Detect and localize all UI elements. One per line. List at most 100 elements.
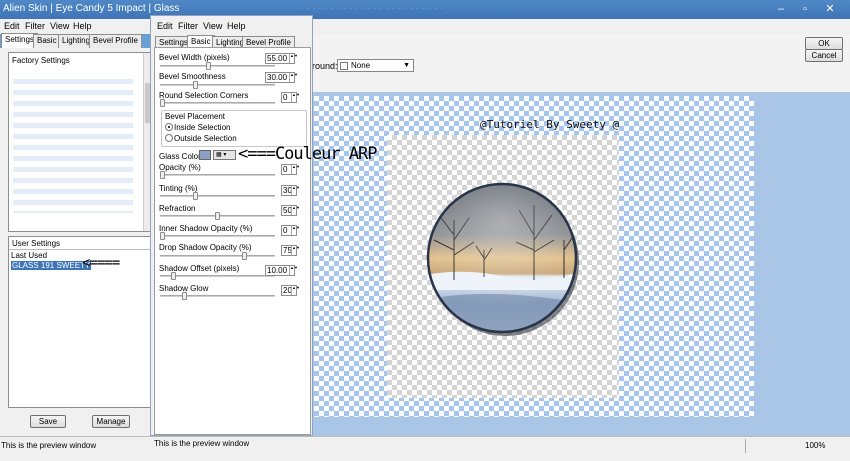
slider-knob[interactable] <box>160 99 165 107</box>
opacity-label: Opacity (%) <box>159 163 201 172</box>
opacity-slider[interactable] <box>160 171 275 179</box>
drop-shadow-label: Drop Shadow Opacity (%) <box>159 243 252 252</box>
round-corners-slider[interactable] <box>160 99 275 107</box>
inner-shadow-field[interactable]: 0 ▲▼ <box>281 225 300 236</box>
minimize-icon[interactable]: – <box>774 2 788 16</box>
front-menu-bar: Edit Filter View Help <box>150 19 313 34</box>
bevel-smoothness-field[interactable]: 30.00 ▲▼ <box>265 72 298 83</box>
slider-knob[interactable] <box>160 171 165 179</box>
cancel-button[interactable]: Cancel <box>805 49 843 62</box>
slider-knob[interactable] <box>215 212 220 220</box>
spinner-icon[interactable]: ▲▼ <box>289 54 298 63</box>
bevel-smoothness-label: Bevel Smoothness <box>159 72 226 81</box>
bevel-smoothness-value: 30.00 <box>267 73 288 82</box>
refraction-field[interactable]: 50 ▲▼ <box>281 205 300 216</box>
outside-selection-label[interactable]: Outside Selection <box>174 134 237 143</box>
menu-bar: Edit Filter View Help <box>0 19 850 34</box>
menu-filter[interactable]: Filter <box>25 21 45 31</box>
spinner-icon[interactable]: ▲▼ <box>289 73 298 82</box>
spinner-icon[interactable]: ▲▼ <box>291 246 300 255</box>
bevel-width-field[interactable]: 55.00 ▲▼ <box>265 53 298 64</box>
spinner-icon[interactable]: ▲▼ <box>291 286 300 295</box>
front-menu-help[interactable]: Help <box>227 21 246 31</box>
glass-color-swatch[interactable] <box>199 150 211 160</box>
background-value: None <box>351 61 371 70</box>
slider-knob[interactable] <box>171 272 176 280</box>
shadow-offset-value: 10.00 <box>267 266 288 275</box>
refraction-label: Refraction <box>159 204 196 213</box>
slider-knob[interactable] <box>193 192 198 200</box>
round-corners-label: Round Selection Corners <box>159 91 249 100</box>
bevel-placement-label: Bevel Placement <box>165 112 226 121</box>
menu-help[interactable]: Help <box>73 21 92 31</box>
tinting-field[interactable]: 30 ▲▼ <box>281 185 300 196</box>
maximize-icon[interactable]: ▫ <box>798 2 812 16</box>
bevel-width-slider[interactable] <box>160 62 275 70</box>
front-menu-filter[interactable]: Filter <box>178 21 198 31</box>
menu-view[interactable]: View <box>50 21 69 31</box>
spinner-icon[interactable]: ▲▼ <box>291 186 300 195</box>
round-corners-value: 0 <box>283 93 288 102</box>
background-swatch <box>340 62 348 70</box>
round-corners-field[interactable]: 0 ▲▼ <box>281 92 300 103</box>
drop-shadow-slider[interactable] <box>160 252 275 260</box>
bevel-width-label: Bevel Width (pixels) <box>159 53 230 62</box>
front-menu-view[interactable]: View <box>203 21 222 31</box>
factory-settings-list[interactable]: Factory Settings <box>8 52 153 232</box>
menu-edit[interactable]: Edit <box>4 21 20 31</box>
inside-selection-radio[interactable] <box>165 123 173 131</box>
status-text: This is the preview window <box>1 441 97 450</box>
inner-shadow-value: 0 <box>283 226 288 235</box>
save-button[interactable]: Save <box>30 415 66 428</box>
color-picker-button[interactable]: ▦ ▾ <box>213 150 236 160</box>
divider <box>9 249 152 250</box>
slider-knob[interactable] <box>160 232 165 240</box>
factory-presets-blurred <box>13 73 133 213</box>
color-arrow-annotation: <===Couleur ARP <box>238 144 378 164</box>
background-select[interactable]: None ▼ <box>337 59 414 72</box>
zoom-level: 100% <box>805 441 826 450</box>
glass-color-label: Glass Color <box>159 152 201 161</box>
shadow-offset-field[interactable]: 10.00 ▲▼ <box>265 265 298 276</box>
grid-icon: ▦ ▾ <box>216 152 227 158</box>
user-settings-header: User Settings <box>12 239 61 248</box>
bevel-width-value: 55.00 <box>267 54 288 63</box>
bevel-smoothness-slider[interactable] <box>160 81 275 89</box>
tinting-label: Tinting (%) <box>159 184 198 193</box>
drop-shadow-field[interactable]: 75 ▲▼ <box>281 245 300 256</box>
window-title: Alien Skin | Eye Candy 5 Impact | Glass <box>3 3 180 14</box>
front-status-text: This is the preview window <box>154 439 250 448</box>
window-title-ghost: · · · · · · · · · · · · · · · · · · · · … <box>300 3 444 14</box>
tinting-slider[interactable] <box>160 192 275 200</box>
selected-preset[interactable]: GLASS 191 SWEETY <box>11 261 92 270</box>
chevron-down-icon: ▼ <box>403 62 410 69</box>
status-divider <box>745 439 746 453</box>
shadow-glow-slider[interactable] <box>160 292 275 300</box>
inner-shadow-slider[interactable] <box>160 232 275 240</box>
glass-orb-image <box>426 182 579 336</box>
last-used-item[interactable]: Last Used <box>11 251 47 260</box>
close-icon[interactable]: ✕ <box>823 2 837 16</box>
slider-knob[interactable] <box>193 81 198 89</box>
spinner-icon[interactable]: ▲▼ <box>291 226 300 235</box>
spinner-icon[interactable]: ▲▼ <box>289 266 298 275</box>
inside-selection-label[interactable]: Inside Selection <box>174 123 230 132</box>
spinner-icon[interactable]: ▲▼ <box>291 206 300 215</box>
front-menu-edit[interactable]: Edit <box>157 21 173 31</box>
refraction-slider[interactable] <box>160 212 275 220</box>
slider-knob[interactable] <box>242 252 247 260</box>
tab-basic[interactable]: Basic <box>33 34 61 48</box>
slider-knob[interactable] <box>182 292 187 300</box>
spinner-icon[interactable]: ▲▼ <box>291 93 300 102</box>
background-label: round: <box>312 61 338 71</box>
slider-knob[interactable] <box>206 62 211 70</box>
user-settings-list[interactable]: User Settings Last Used GLASS 191 SWEETY <box>8 236 153 408</box>
shadow-offset-slider[interactable] <box>160 272 275 280</box>
shadow-glow-field[interactable]: 20 ▲▼ <box>281 285 300 296</box>
opacity-field[interactable]: 0 ▲▼ <box>281 164 300 175</box>
outside-selection-radio[interactable] <box>165 134 173 142</box>
manage-button[interactable]: Manage <box>92 415 130 428</box>
spinner-icon[interactable]: ▲▼ <box>291 165 300 174</box>
tab-bevel-profile[interactable]: Bevel Profile <box>89 34 142 48</box>
opacity-value: 0 <box>283 165 288 174</box>
